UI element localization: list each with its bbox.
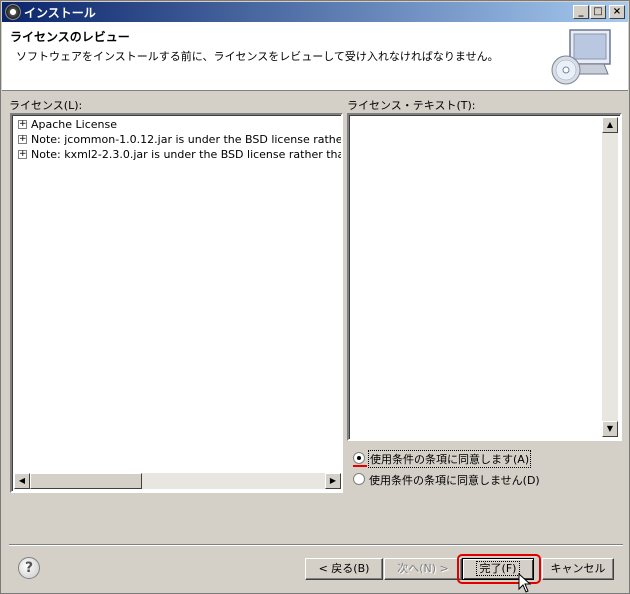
close-button[interactable]: ×: [609, 5, 625, 19]
scroll-up-icon[interactable]: ▲: [602, 117, 618, 133]
maximize-button[interactable]: □: [590, 5, 606, 19]
scroll-thumb[interactable]: [30, 473, 142, 489]
cancel-button[interactable]: キャンセル: [542, 558, 614, 580]
minimize-button[interactable]: _: [573, 5, 589, 19]
expand-icon[interactable]: +: [18, 150, 27, 159]
accept-radio[interactable]: [353, 452, 365, 464]
horizontal-scrollbar[interactable]: ◀ ▶: [14, 473, 341, 489]
install-dialog: インストール _ □ × ライセンスのレビュー ソフトウェアをインストールする前…: [0, 0, 630, 594]
back-button[interactable]: < 戻る(B): [305, 558, 383, 580]
page-title: ライセンスのレビュー: [10, 30, 130, 44]
decline-radio[interactable]: [353, 473, 365, 485]
license-tree[interactable]: + Apache License + Note: jcommon-1.0.12.…: [10, 113, 343, 493]
help-icon[interactable]: ?: [18, 557, 40, 579]
license-item-label: Note: kxml2-2.3.0.jar is under the BSD l…: [31, 148, 343, 161]
license-item-label: Note: jcommon-1.0.12.jar is under the BS…: [31, 133, 343, 146]
scroll-left-icon[interactable]: ◀: [14, 473, 30, 489]
eclipse-icon: [5, 4, 21, 20]
annotation-underline: [353, 465, 367, 467]
decline-radio-label[interactable]: 使用条件の条項に同意しません(D): [369, 472, 540, 488]
monitor-cd-icon: [551, 29, 611, 85]
license-text-label: ライセンス・テキスト(T):: [347, 99, 476, 112]
licenses-label: ライセンス(L):: [9, 99, 83, 112]
scroll-right-icon[interactable]: ▶: [325, 473, 341, 489]
license-item-label: Apache License: [31, 118, 118, 131]
scroll-down-icon[interactable]: ▼: [602, 421, 618, 437]
title-bar[interactable]: インストール _ □ ×: [2, 2, 628, 22]
license-text-area[interactable]: ▲ ▼: [347, 113, 622, 441]
expand-icon[interactable]: +: [18, 135, 27, 144]
expand-icon[interactable]: +: [18, 120, 27, 129]
page-description: ソフトウェアをインストールする前に、ライセンスをレビューして受け入れなければなり…: [16, 50, 499, 63]
mouse-cursor-icon: [518, 573, 532, 593]
vertical-scrollbar[interactable]: ▲ ▼: [602, 117, 618, 437]
window-title: インストール: [24, 6, 96, 20]
header-banner: ライセンスのレビュー ソフトウェアをインストールする前に、ライセンスをレビューし…: [2, 22, 628, 91]
button-separator: [9, 544, 623, 546]
next-button[interactable]: 次へ(N) >: [384, 558, 462, 580]
accept-radio-label[interactable]: 使用条件の条項に同意します(A): [367, 450, 532, 468]
